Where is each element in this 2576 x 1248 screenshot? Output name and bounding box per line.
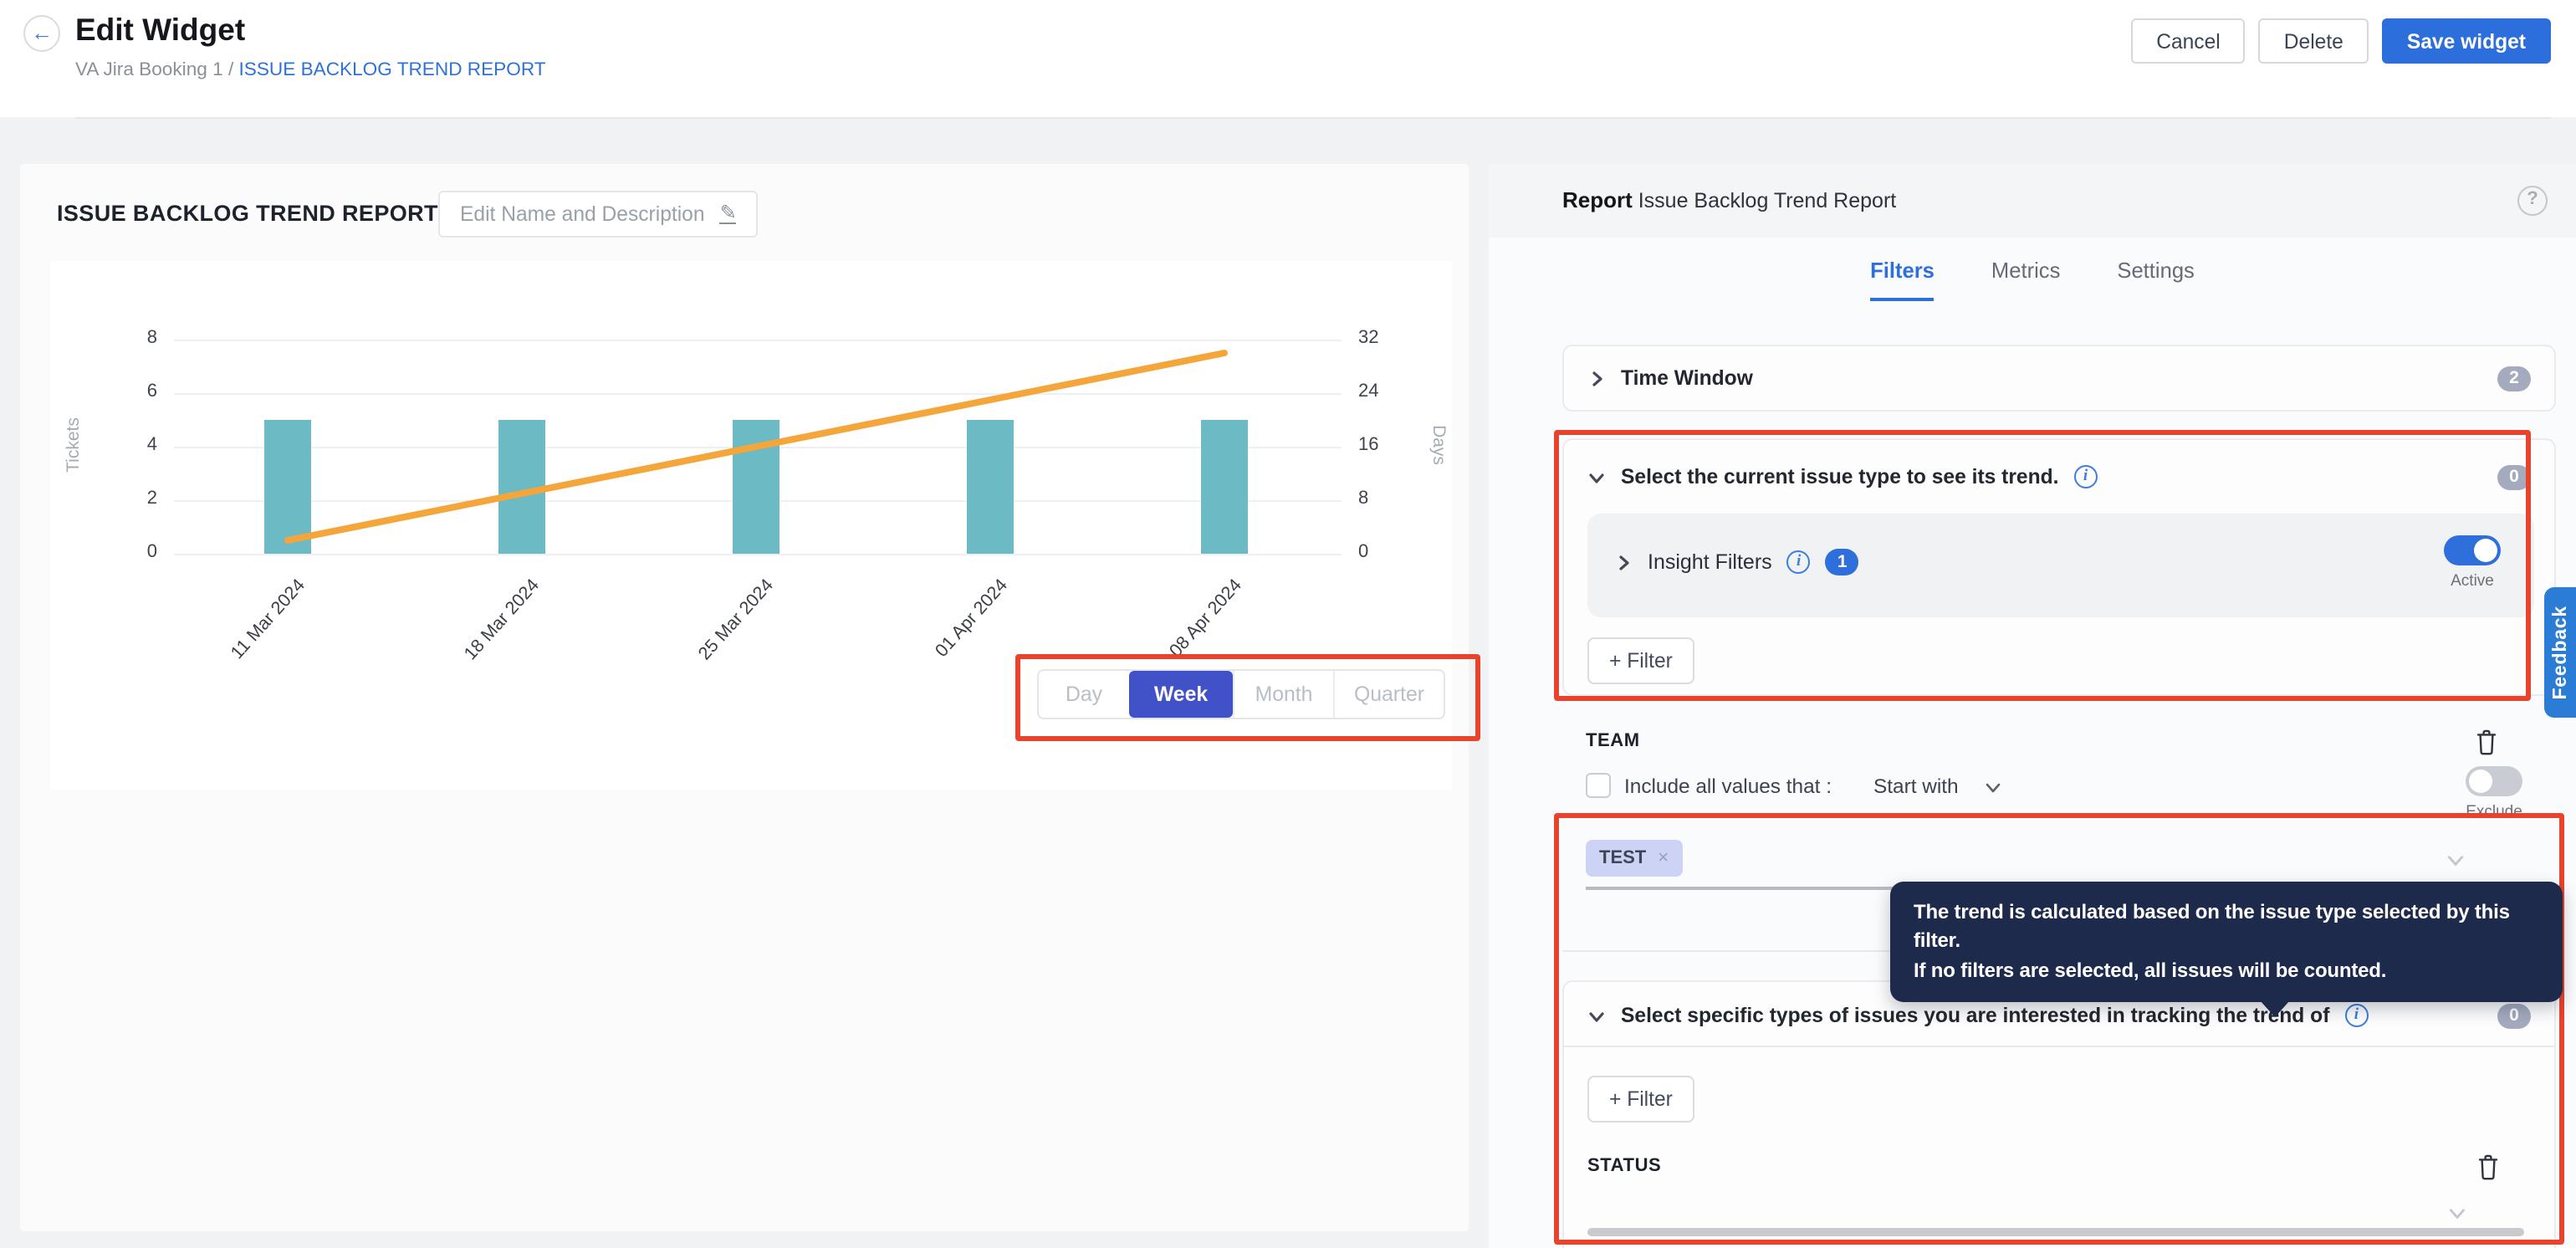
active-toggle-label: Active [2430,572,2514,591]
status-filter-name: STATUS [1587,1156,1661,1176]
team-value-chip[interactable]: TEST × [1586,840,1682,877]
horizontal-scrollbar[interactable] [1587,1228,2524,1236]
tab-settings[interactable]: Settings [2117,258,2195,301]
insight-filters-badge: 1 [1826,549,1859,575]
help-icon[interactable]: ? [2517,186,2548,216]
team-filter-name: TEAM [1586,731,1640,751]
granularity-week[interactable]: Week [1129,671,1233,718]
edit-name-description-label: Edit Name and Description [460,202,705,226]
chevron-down-icon [1587,1006,1606,1025]
pencil-icon: ✎ [720,204,737,224]
current-issue-type-badge: 0 [2497,464,2531,489]
current-issue-type-section: Select the current issue type to see its… [1562,438,2556,696]
insight-filters-header[interactable]: Insight Filters i 1 [1614,549,1859,575]
exclude-toggle[interactable] [2466,766,2522,796]
header-divider [75,117,2551,119]
cancel-button[interactable]: Cancel [2131,18,2246,64]
tooltip-line-1: The trend is calculated based on the iss… [1914,898,2539,957]
widget-title: ISSUE BACKLOG TREND REPORT [57,201,438,226]
edit-name-description-button[interactable]: Edit Name and Description ✎ [438,191,759,238]
exclude-toggle-label: Exclude [2456,803,2533,821]
panel-header-rest: Issue Backlog Trend Report [1633,189,1896,212]
header-actions: Cancel Delete Save widget [2131,18,2551,64]
panel-header-bold: Report [1562,187,1633,212]
panel-header-band: Report Issue Backlog Trend Report ? [1489,164,2576,238]
granularity-toggle: Day Week Month Quarter [1037,669,1445,719]
tooltip-line-2: If no filters are selected, all issues w… [1914,957,2539,986]
trash-icon[interactable] [2474,728,2499,756]
tooltip-arrow [2260,1000,2290,1017]
chevron-down-icon [1587,468,1606,486]
granularity-quarter[interactable]: Quarter [1333,671,1444,718]
current-issue-type-header[interactable]: Select the current issue type to see its… [1587,457,2531,497]
insight-filters-label: Insight Filters [1648,550,1772,574]
specific-issue-types-section: Select specific types of issues you are … [1562,980,2556,1248]
delete-button[interactable]: Delete [2259,18,2369,64]
info-icon[interactable]: i [2344,1004,2368,1027]
panel-tabs: Filters Metrics Settings [1489,258,2576,301]
chevron-right-icon [1614,553,1633,571]
insight-filters-card: Insight Filters i 1 Active [1587,514,2534,617]
breadcrumb: VA Jira Booking 1 / ISSUE BACKLOG TREND … [75,60,546,80]
chevron-right-icon [1587,369,1606,387]
operator-select[interactable]: Start with [1873,775,1959,798]
info-icon[interactable]: i [2074,465,2098,488]
widget-preview-card: ISSUE BACKLOG TREND REPORT Edit Name and… [20,164,1469,1231]
chevron-down-icon[interactable] [2447,1203,2466,1221]
granularity-month[interactable]: Month [1233,671,1333,718]
save-widget-button[interactable]: Save widget [2382,18,2551,64]
trash-icon[interactable] [2476,1153,2501,1181]
back-button[interactable]: ← [23,15,60,52]
time-window-section[interactable]: Time Window 2 [1562,345,2556,412]
add-filter-button[interactable]: + Filter [1587,1076,1694,1123]
info-icon[interactable]: i [1787,550,1811,574]
breadcrumb-report-link[interactable]: ISSUE BACKLOG TREND REPORT [239,60,546,80]
add-filter-button[interactable]: + Filter [1587,637,1694,684]
active-toggle[interactable] [2444,535,2501,565]
panel-header-title: Report Issue Backlog Trend Report [1562,164,1896,238]
time-window-badge: 2 [2497,366,2531,391]
page-header: ← Edit Widget VA Jira Booking 1 / ISSUE … [0,0,2576,117]
granularity-day[interactable]: Day [1039,671,1129,718]
include-all-values-label: Include all values that : [1624,775,1832,798]
feedback-tab[interactable]: Feedback [2544,587,2576,718]
chevron-down-icon[interactable] [2446,850,2464,868]
report-settings-panel: Report Issue Backlog Trend Report ? Filt… [1489,164,2576,1248]
page-title: Edit Widget [75,12,245,49]
filter-tooltip: The trend is calculated based on the iss… [1890,882,2563,1002]
time-window-label: Time Window [1621,366,1753,390]
tab-metrics[interactable]: Metrics [1991,258,2060,301]
chevron-down-icon[interactable] [1984,778,2002,796]
breadcrumb-dashboard: VA Jira Booking 1 / [75,60,239,80]
specific-issue-types-badge: 0 [2497,1003,2531,1028]
edit-widget-page: ← Edit Widget VA Jira Booking 1 / ISSUE … [0,0,2576,1248]
feedback-label: Feedback [2550,606,2570,700]
team-value-chip-label: TEST [1599,848,1646,868]
include-all-values-checkbox[interactable] [1586,773,1611,798]
chip-remove-icon[interactable]: × [1658,848,1669,868]
current-issue-type-label: Select the current issue type to see its… [1621,465,2059,488]
specific-issue-types-label: Select specific types of issues you are … [1621,1004,2329,1027]
tab-filters[interactable]: Filters [1870,258,1935,301]
card-divider [1564,1046,2554,1047]
